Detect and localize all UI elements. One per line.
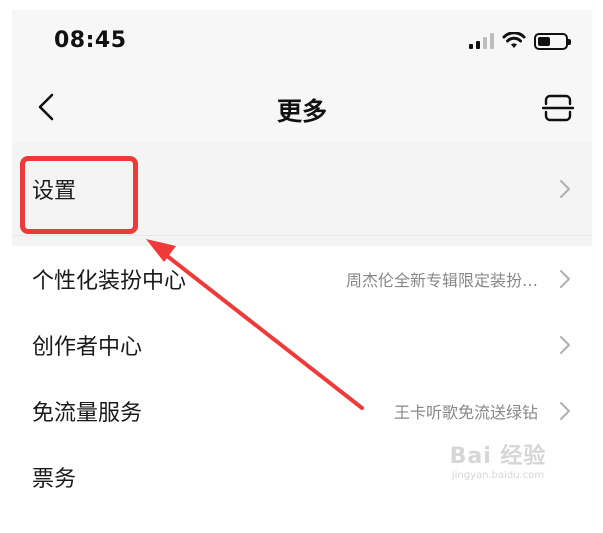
watermark-url: jingyan.baidu.com [451,470,545,481]
annotation-arrow [146,239,364,410]
watermark: Bai 经验 jingyan.baidu.com [438,438,558,494]
watermark-logo: Bai 经验 [449,444,547,469]
phone-screen: 08:45 更多 设置 个性化装扮中心 周杰伦全新专辑限定装扮… 创作者中心 免… [12,10,592,510]
